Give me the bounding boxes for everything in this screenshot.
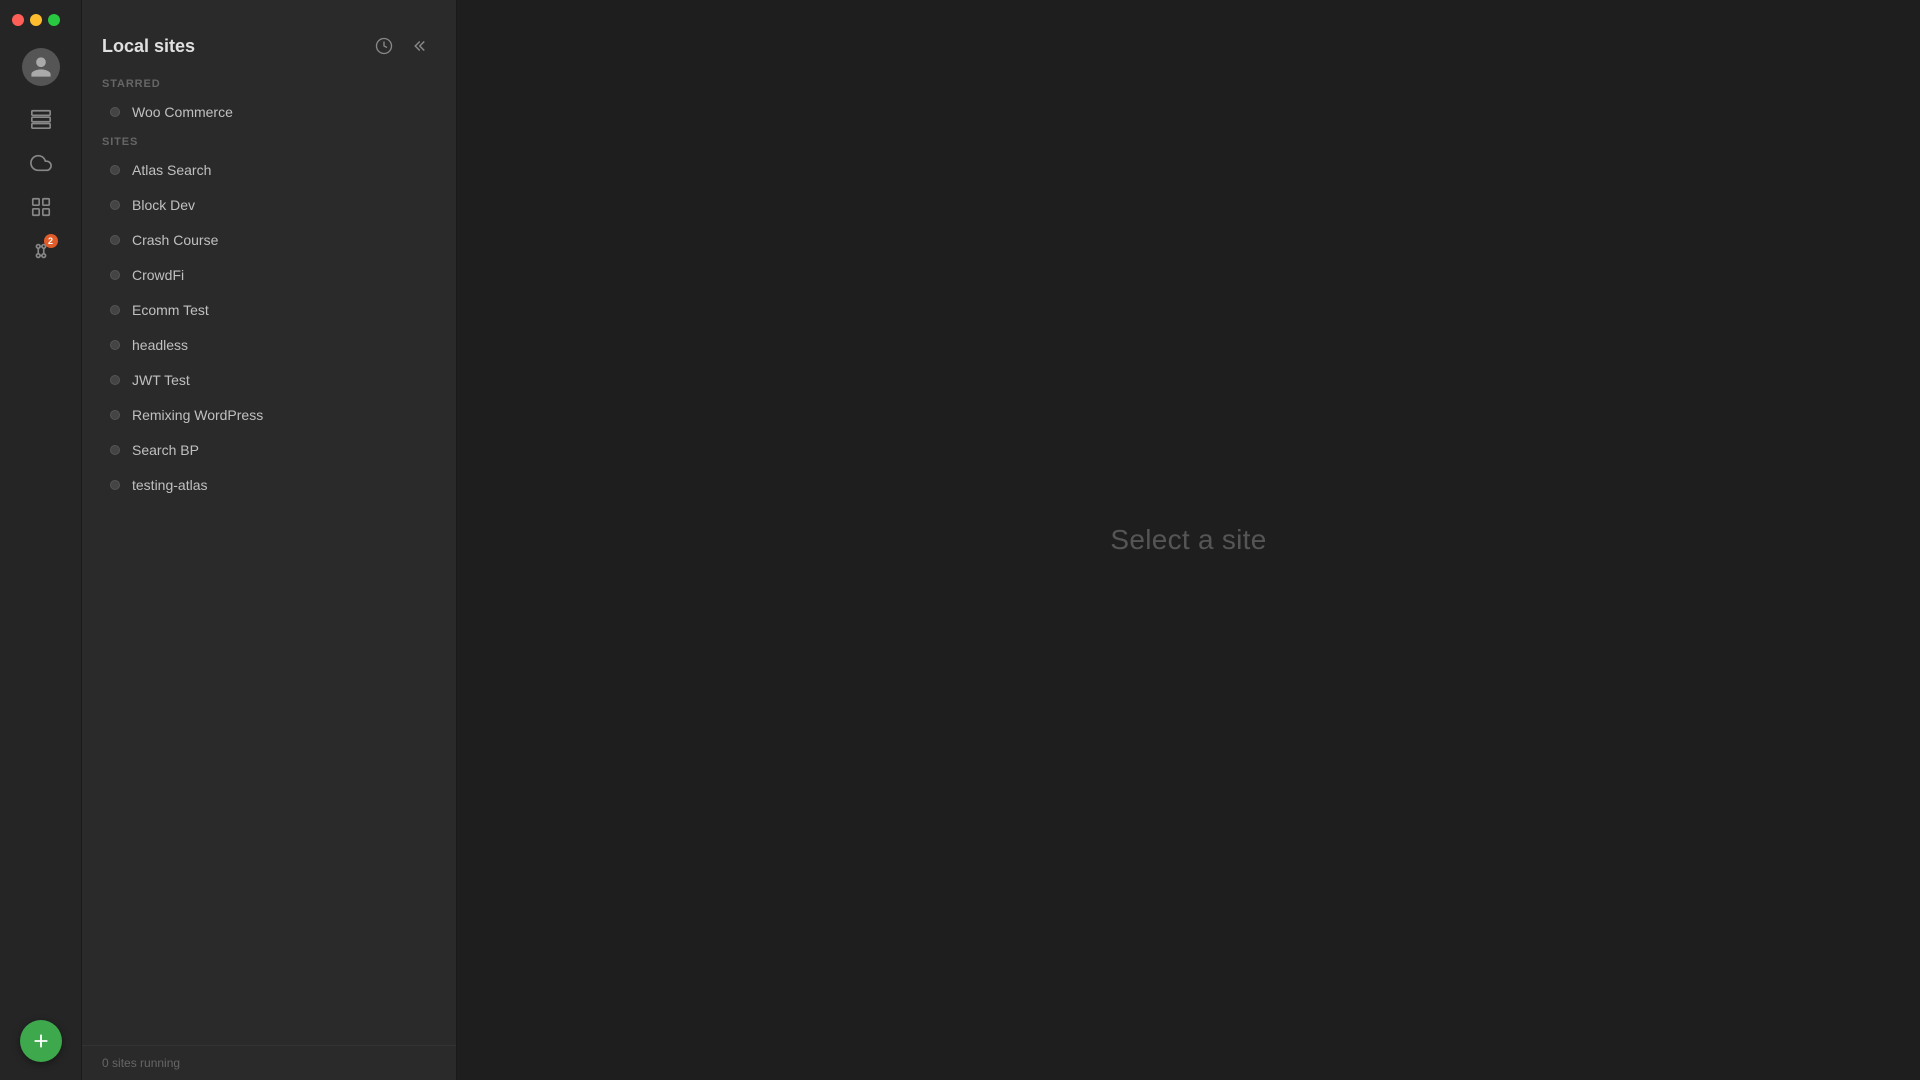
sites-footer: 0 sites running xyxy=(82,1045,456,1080)
site-item[interactable]: Crash Course xyxy=(90,223,448,257)
sites-nav-icon[interactable] xyxy=(22,100,60,138)
sites-section-label: Sites xyxy=(82,130,456,152)
minimize-button[interactable] xyxy=(30,14,42,26)
status-dot xyxy=(110,107,120,117)
site-name: Atlas Search xyxy=(132,162,211,178)
status-dot xyxy=(110,235,120,245)
sites-header: Local sites xyxy=(82,18,456,72)
site-name: JWT Test xyxy=(132,372,190,388)
sites-list: Atlas Search Block Dev Crash Course Crow… xyxy=(82,153,456,502)
running-label-text: sites running xyxy=(112,1056,180,1070)
starred-section-label: Starred xyxy=(82,72,456,94)
site-name: testing-atlas xyxy=(132,477,207,493)
extensions-badge: 2 xyxy=(44,234,58,248)
status-dot xyxy=(110,270,120,280)
site-name: Ecomm Test xyxy=(132,302,209,318)
main-area: Select a site xyxy=(457,0,1920,1080)
status-dot xyxy=(110,340,120,350)
traffic-lights xyxy=(0,10,60,26)
site-item[interactable]: Remixing WordPress xyxy=(90,398,448,432)
site-item[interactable]: testing-atlas xyxy=(90,468,448,502)
sites-panel-title: Local sites xyxy=(102,36,195,57)
site-item[interactable]: JWT Test xyxy=(90,363,448,397)
site-item[interactable]: Atlas Search xyxy=(90,153,448,187)
select-site-placeholder: Select a site xyxy=(1110,524,1266,556)
add-site-button[interactable] xyxy=(20,1020,62,1062)
icon-sidebar: 2 xyxy=(0,0,82,1080)
site-item[interactable]: Block Dev xyxy=(90,188,448,222)
site-item[interactable]: Woo Commerce xyxy=(90,95,448,129)
site-name: headless xyxy=(132,337,188,353)
site-item[interactable]: Ecomm Test xyxy=(90,293,448,327)
maximize-button[interactable] xyxy=(48,14,60,26)
status-dot xyxy=(110,305,120,315)
status-dot xyxy=(110,200,120,210)
site-name: Woo Commerce xyxy=(132,104,233,120)
avatar[interactable] xyxy=(22,48,60,86)
site-item[interactable]: headless xyxy=(90,328,448,362)
grid-nav-icon[interactable] xyxy=(22,188,60,226)
sites-scrollable: Starred Woo Commerce Sites Atlas Search … xyxy=(82,72,456,1045)
cloud-nav-icon[interactable] xyxy=(22,144,60,182)
sites-panel: Local sites Starred Woo Commerce xyxy=(82,0,457,1080)
status-dot xyxy=(110,480,120,490)
running-count: 0 xyxy=(102,1056,109,1070)
starred-site-list: Woo Commerce xyxy=(82,95,456,129)
site-name: Crash Course xyxy=(132,232,218,248)
history-button[interactable] xyxy=(370,32,398,60)
extensions-nav-icon[interactable]: 2 xyxy=(22,232,60,270)
site-name: CrowdFi xyxy=(132,267,184,283)
header-icons xyxy=(370,32,436,60)
site-item[interactable]: Search BP xyxy=(90,433,448,467)
site-name: Block Dev xyxy=(132,197,195,213)
status-dot xyxy=(110,165,120,175)
status-dot xyxy=(110,410,120,420)
site-name: Remixing WordPress xyxy=(132,407,263,423)
status-dot xyxy=(110,445,120,455)
close-button[interactable] xyxy=(12,14,24,26)
site-item[interactable]: CrowdFi xyxy=(90,258,448,292)
status-dot xyxy=(110,375,120,385)
site-name: Search BP xyxy=(132,442,199,458)
collapse-button[interactable] xyxy=(408,32,436,60)
